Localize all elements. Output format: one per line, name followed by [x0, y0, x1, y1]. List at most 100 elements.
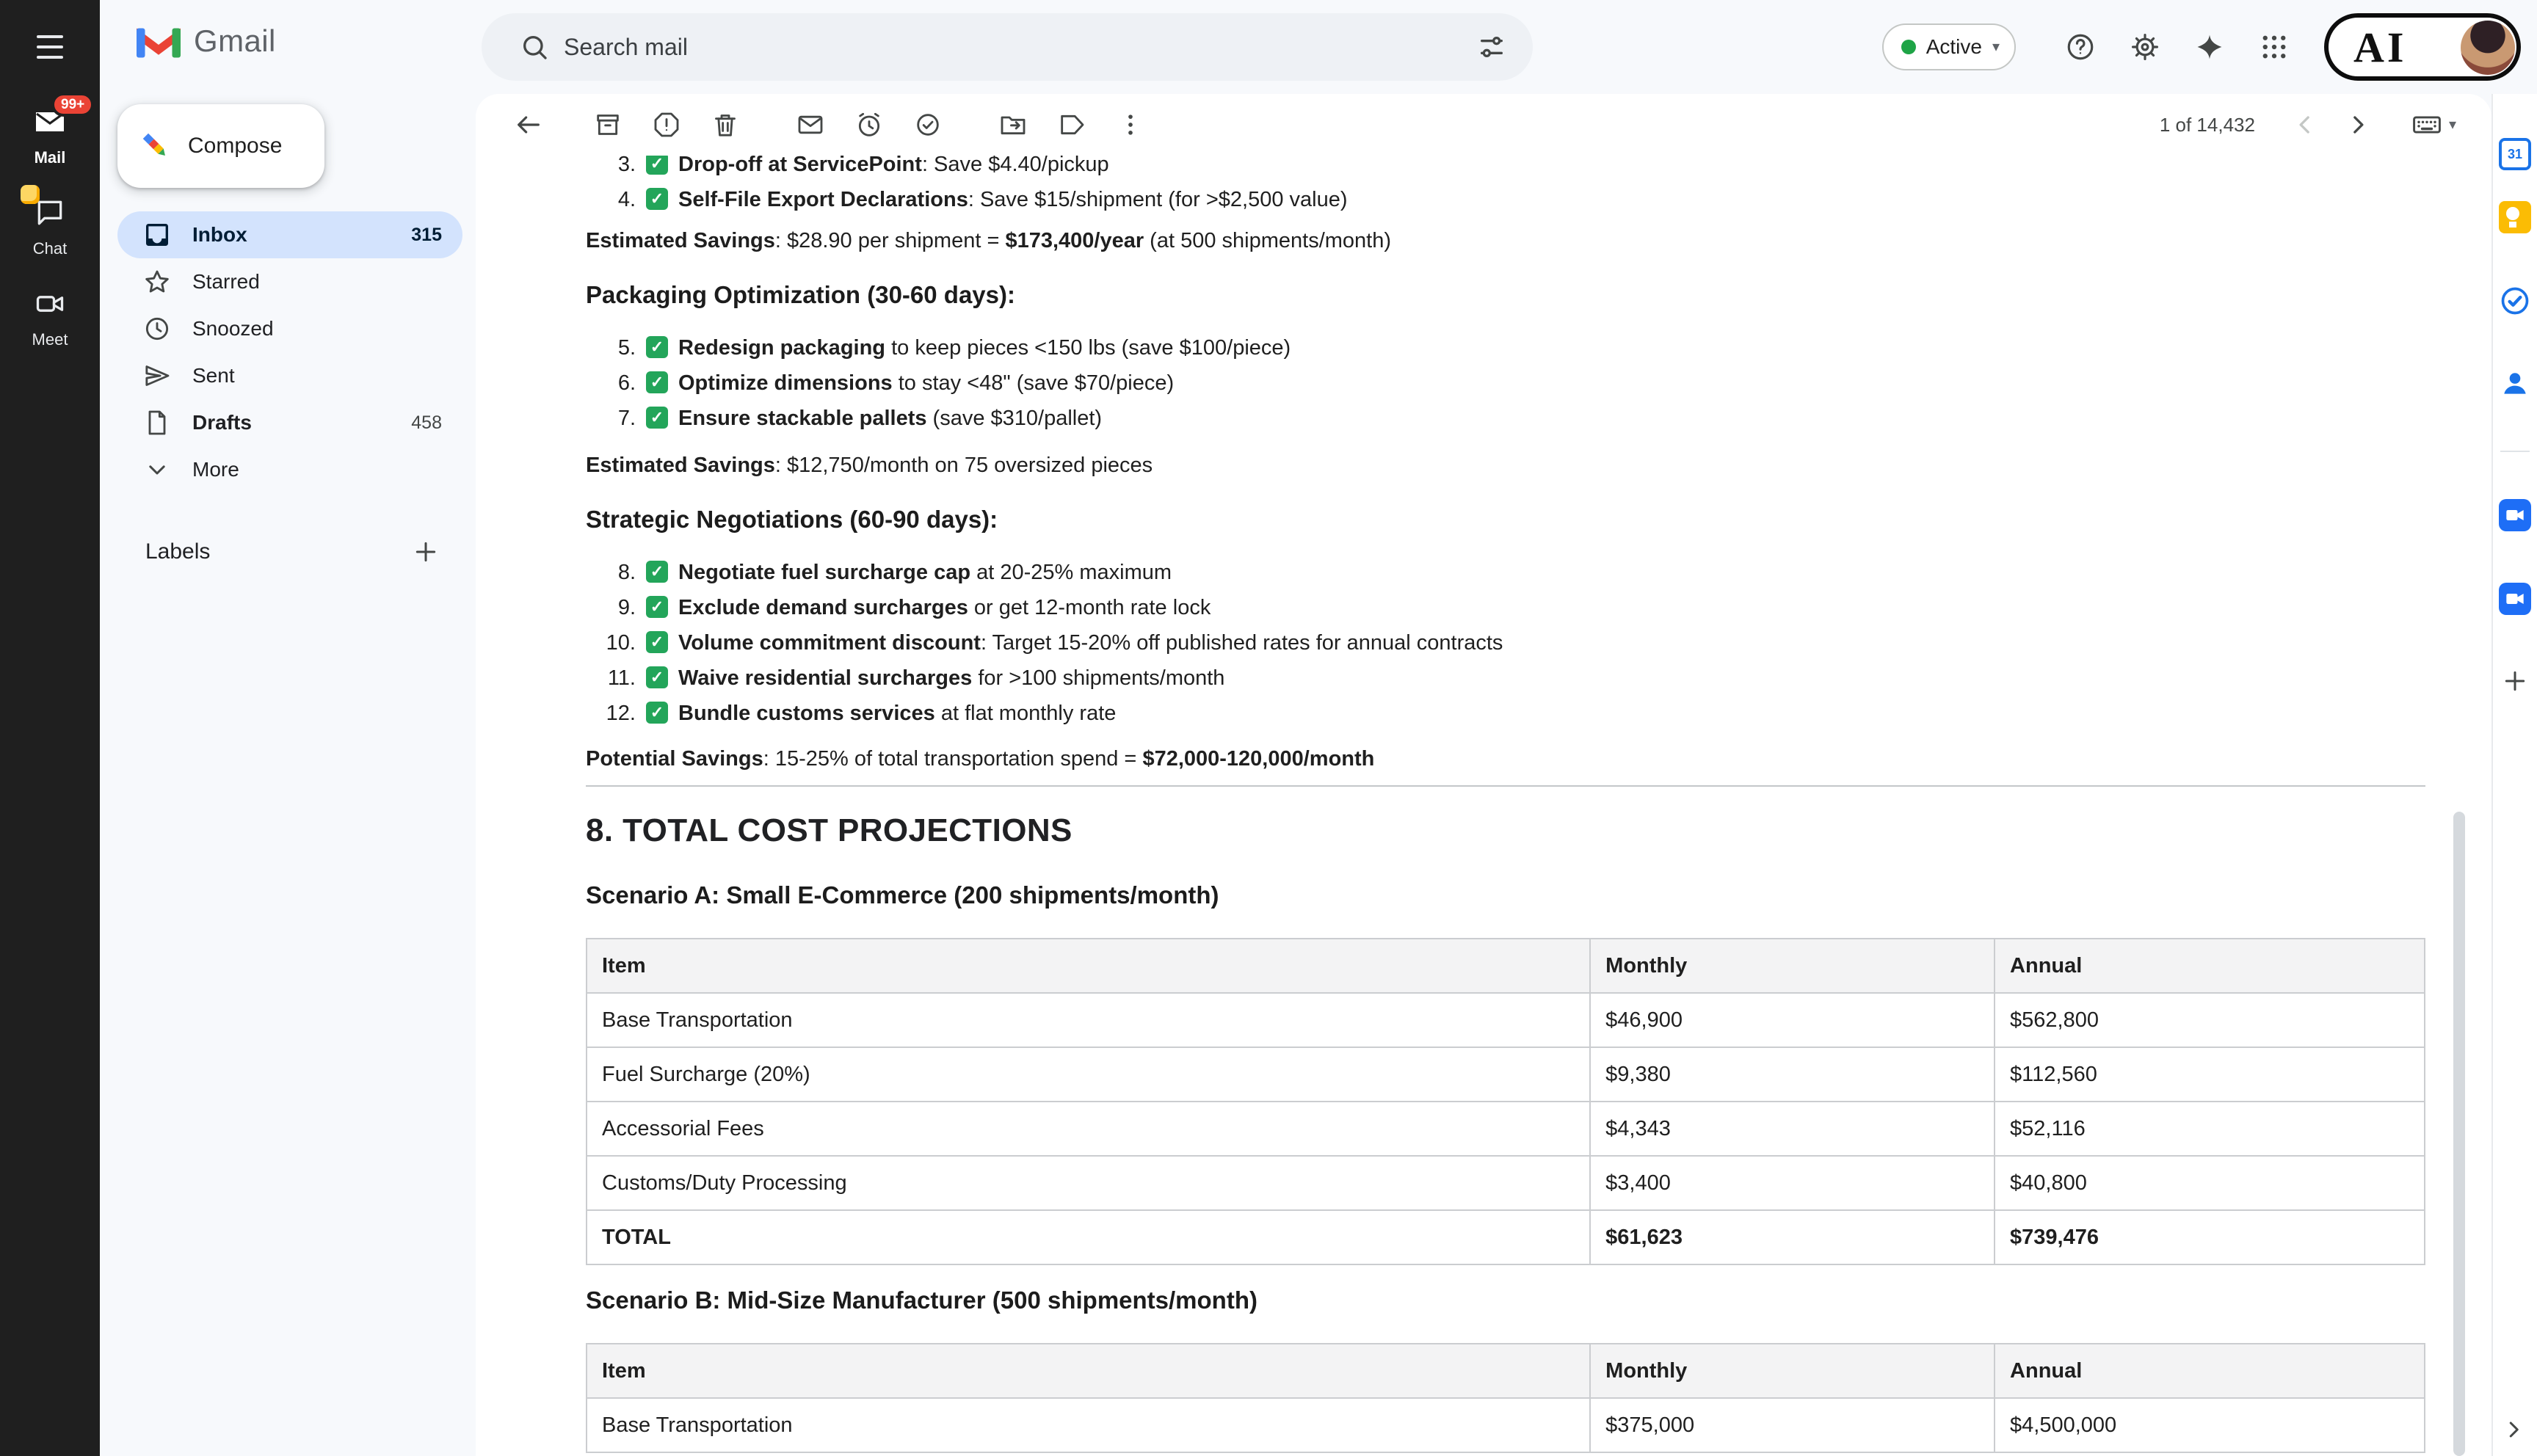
- search-filter-icon[interactable]: [1462, 18, 1521, 76]
- calendar-icon[interactable]: 31: [2499, 138, 2531, 170]
- list-number: 3.: [586, 156, 636, 182]
- status-label: Active: [1926, 35, 1982, 59]
- table-total-row: TOTAL $61,623 $739,476: [587, 1210, 2425, 1264]
- list-text-rest: to stay <48" (save $70/piece): [893, 371, 1175, 395]
- sidebar-nav: Inbox 315 Starred Snoozed: [117, 211, 462, 493]
- search-input[interactable]: [564, 34, 1462, 61]
- cell-item: Accessorial Fees: [587, 1102, 1590, 1156]
- list-number: 9.: [586, 590, 636, 625]
- savings-bold-value: $72,000-120,000/month: [1142, 747, 1374, 771]
- move-to-folder-button[interactable]: [984, 95, 1042, 154]
- savings-label: Estimated Savings: [586, 229, 775, 252]
- archive-button[interactable]: [578, 95, 637, 154]
- savings-text: : $12,750/month on 75 oversized pieces: [775, 454, 1153, 477]
- sidebar-item-count: 458: [411, 412, 462, 434]
- sidebar-item-snoozed[interactable]: Snoozed: [117, 305, 462, 352]
- side-panel-expand-chevron[interactable]: [2496, 1412, 2531, 1447]
- list-item-11: 11. Waive residential surcharges for >10…: [586, 660, 2425, 696]
- table-row: Base Transportation $46,900 $562,800: [587, 993, 2425, 1047]
- email-body: 3. Drop-off at ServicePoint: Save $4.40/…: [476, 156, 2491, 1456]
- keyboard-icon: [2411, 109, 2443, 141]
- table-row: Fuel Surcharge (20%) $9,380 $112,560: [587, 1047, 2425, 1102]
- profile-avatar[interactable]: [2461, 21, 2515, 75]
- report-spam-button[interactable]: [637, 95, 696, 154]
- unread-badge: 99+: [51, 92, 94, 117]
- create-label-button[interactable]: [410, 536, 442, 568]
- google-apps-grid-button[interactable]: [2245, 18, 2304, 76]
- video-addon-icon-1[interactable]: [2499, 499, 2531, 531]
- sidebar-item-inbox[interactable]: Inbox 315: [117, 211, 462, 258]
- cell-item: Fuel Surcharge (20%): [587, 1047, 1590, 1102]
- table-row: Customs/Duty Processing $3,400 $40,800: [587, 1156, 2425, 1210]
- sidebar-item-starred[interactable]: Starred: [117, 258, 462, 305]
- table-row: Base Transportation $375,000 $4,500,000: [587, 1398, 2425, 1452]
- list-item-7: 7. Ensure stackable pallets (save $310/p…: [586, 401, 2425, 436]
- older-chevron-right-button[interactable]: [2331, 98, 2384, 151]
- list-number: 4.: [586, 182, 636, 217]
- more-options-button[interactable]: [1101, 95, 1160, 154]
- column-header-monthly: Monthly: [1590, 1344, 1995, 1398]
- settings-gear-button[interactable]: [2116, 18, 2174, 76]
- sidebar-item-drafts[interactable]: Drafts 458: [117, 399, 462, 446]
- video-addon-icon-2[interactable]: [2499, 583, 2531, 615]
- label-button[interactable]: [1042, 95, 1101, 154]
- savings-text: : $28.90 per shipment =: [775, 229, 1006, 252]
- list-text-rest: for >100 shipments/month: [972, 666, 1224, 690]
- active-status-dot: [1901, 40, 1916, 54]
- list-text-rest: at flat monthly rate: [935, 702, 1117, 725]
- newer-chevron-left-button[interactable]: [2279, 98, 2331, 151]
- nav-rail-item-meet[interactable]: Meet: [31, 285, 69, 349]
- projections-heading: 8. TOTAL COST PROJECTIONS: [586, 809, 2425, 853]
- column-header-item: Item: [587, 1344, 1590, 1398]
- nav-rail-label-mail: Mail: [35, 148, 66, 167]
- delete-button[interactable]: [696, 95, 755, 154]
- tasks-icon[interactable]: [2499, 285, 2531, 317]
- compose-button[interactable]: Compose: [117, 104, 324, 188]
- list-text-rest: or get 12-month rate lock: [968, 596, 1211, 619]
- sidebar-item-count: 315: [411, 225, 462, 246]
- sidebar-item-sent[interactable]: Sent: [117, 352, 462, 399]
- help-button[interactable]: [2051, 18, 2110, 76]
- table-header-row: Item Monthly Annual: [587, 939, 2425, 993]
- list-text: Drop-off at ServicePoint: Save $4.40/pic…: [678, 156, 1109, 182]
- toolbar-right: 1 of 14,432 ▾: [2160, 98, 2456, 151]
- list-text-rest: : Save $15/shipment (for >$2,500 value): [968, 188, 1348, 211]
- savings-tail: (at 500 shipments/month): [1144, 229, 1391, 252]
- cell-monthly: $4,343: [1590, 1102, 1995, 1156]
- list-text-bold: Ensure stackable pallets: [678, 407, 927, 430]
- list-text: Negotiate fuel surcharge cap at 20-25% m…: [678, 555, 1172, 590]
- back-arrow-button[interactable]: [499, 95, 558, 154]
- check-emoji: [646, 371, 668, 393]
- list-text-bold: Drop-off at ServicePoint: [678, 156, 922, 176]
- cell-annual: $40,800: [1995, 1156, 2425, 1210]
- header-controls: Active ▾ AI: [1882, 0, 2521, 94]
- list-item-9: 9. Exclude demand surcharges or get 12-m…: [586, 590, 2425, 625]
- nav-rail-item-chat[interactable]: Chat: [31, 194, 69, 258]
- nav-rail-item-mail[interactable]: 99+ Mail: [31, 103, 69, 167]
- cell-annual: $52,116: [1995, 1102, 2425, 1156]
- clock-icon: [142, 314, 172, 343]
- contacts-icon[interactable]: [2499, 367, 2531, 399]
- keep-icon[interactable]: [2499, 201, 2531, 233]
- draft-file-icon: [142, 408, 172, 437]
- list-number: 10.: [586, 625, 636, 660]
- snooze-button[interactable]: [840, 95, 899, 154]
- mark-unread-button[interactable]: [781, 95, 840, 154]
- check-emoji: [646, 336, 668, 358]
- check-emoji: [646, 666, 668, 688]
- input-method-selector[interactable]: ▾: [2411, 109, 2456, 141]
- search-icon[interactable]: [505, 18, 564, 76]
- gmail-logo[interactable]: Gmail: [137, 23, 276, 59]
- list-text-bold: Redesign packaging: [678, 336, 885, 360]
- sidebar-item-more[interactable]: More: [117, 446, 462, 493]
- cell-monthly: $375,000: [1590, 1398, 1995, 1452]
- status-chip[interactable]: Active ▾: [1882, 23, 2016, 70]
- check-emoji: [646, 156, 668, 175]
- scrollbar-thumb[interactable]: [2453, 812, 2465, 1456]
- list-item-3: 3. Drop-off at ServicePoint: Save $4.40/…: [586, 156, 2425, 182]
- add-to-tasks-button[interactable]: [899, 95, 957, 154]
- list-item-8: 8. Negotiate fuel surcharge cap at 20-25…: [586, 555, 2425, 590]
- gemini-sparkle-button[interactable]: [2180, 18, 2239, 76]
- add-addon-plus-icon[interactable]: [2499, 665, 2531, 697]
- hamburger-menu-icon[interactable]: [21, 18, 79, 76]
